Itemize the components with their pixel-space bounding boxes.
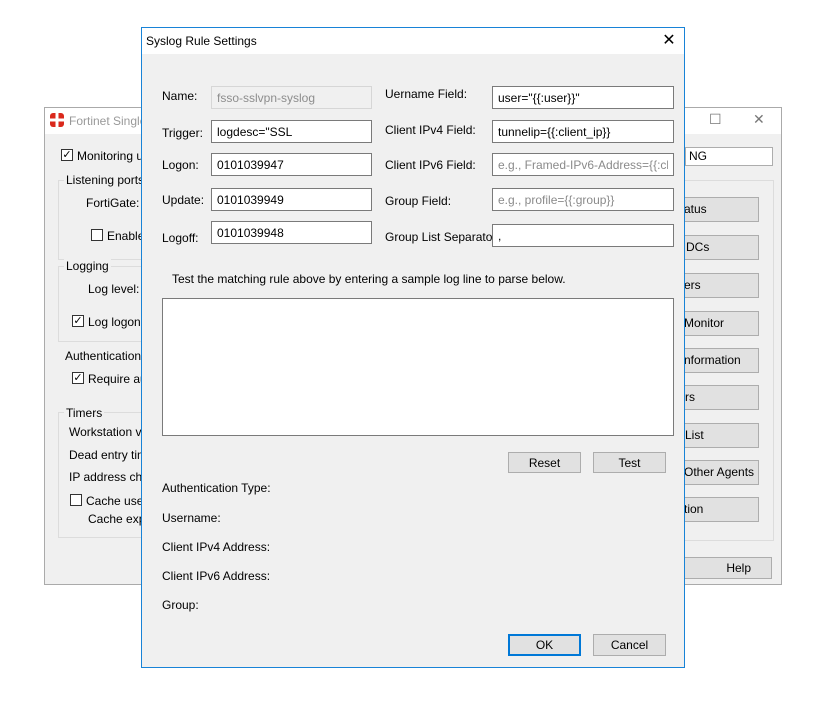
cache-user-label: Cache user [86,494,148,508]
client-ipv4-field-input[interactable] [492,120,674,143]
enable-label: Enable [107,229,145,243]
authentication-type-label: Authentication Type: [162,481,271,495]
username-result-label: Username: [162,511,221,525]
monitoring-label: Monitoring us [77,149,150,163]
log-logon-checkbox[interactable]: ✓ [72,315,84,327]
dialog-titlebar[interactable]: Syslog Rule Settings ✕ [142,28,684,54]
logon-field[interactable] [211,153,372,176]
logon-label: Logon: [162,158,199,172]
cancel-button[interactable]: Cancel [593,634,666,656]
group-result-label: Group: [162,598,199,612]
client-ipv4-field-label: Client IPv4 Field: [385,123,476,137]
checkmark-icon: ✓ [73,372,83,384]
syslog-rule-settings-dialog: Syslog Rule Settings ✕ Name: Trigger: Lo… [141,27,685,668]
log-level-label: Log level: [88,282,140,296]
logging-label: Logging [64,259,111,273]
maximize-icon[interactable]: ☐ [709,111,722,128]
name-field[interactable] [211,86,372,109]
trigger-label: Trigger: [162,126,203,140]
listening-ports-label: Listening ports [64,173,147,187]
dialog-title: Syslog Rule Settings [146,34,257,48]
logging-group [58,266,142,342]
close-icon[interactable]: ✕ [655,29,683,53]
update-label: Update: [162,193,205,207]
help-button[interactable]: Help [683,557,772,579]
require-checkbox[interactable]: ✓ [72,372,84,384]
client-ipv6-field-label: Client IPv6 Field: [385,158,476,172]
checkmark-icon: ✓ [62,149,72,161]
cache-expire-label: Cache expi [88,512,149,526]
client-ipv6-address-label: Client IPv6 Address: [162,569,271,583]
name-label: Name: [162,89,198,103]
group-field-label: Group Field: [385,194,452,208]
logoff-label: Logoff: [162,231,199,245]
require-label: Require au [88,372,147,386]
background-window-title: Fortinet Single [69,114,147,128]
trigger-field[interactable] [211,120,372,143]
ok-button[interactable]: OK [508,634,581,656]
workstation-label: Workstation ve [69,425,149,439]
update-field[interactable] [211,188,372,211]
test-instruction: Test the matching rule above by entering… [172,272,566,286]
fortigate-label: FortiGate: [86,196,140,210]
close-icon[interactable]: ✕ [753,111,765,128]
group-list-separator-input[interactable] [492,224,674,247]
monitoring-checkbox[interactable]: ✓ [61,149,73,161]
username-field-label: Uername Field: [385,87,468,101]
reset-button[interactable]: Reset [508,452,581,473]
client-ipv6-field-input[interactable] [492,153,674,176]
logoff-field[interactable] [211,221,372,244]
group-list-separator-label: Group List Separator: [385,230,500,244]
sample-log-textarea[interactable] [162,298,674,436]
enable-checkbox[interactable] [91,229,103,241]
authentication-label: Authentication [65,349,142,363]
timers-label: Timers [64,406,105,420]
listening-ports-group [58,180,142,260]
cache-user-checkbox[interactable] [70,494,82,506]
group-field-input[interactable] [492,188,674,211]
fortinet-logo-icon [50,113,64,127]
username-field-input[interactable] [492,86,674,109]
checkmark-icon: ✓ [73,315,83,327]
client-ipv4-address-label: Client IPv4 Address: [162,540,271,554]
test-button[interactable]: Test [593,452,666,473]
background-top-field[interactable]: NG [685,147,773,166]
